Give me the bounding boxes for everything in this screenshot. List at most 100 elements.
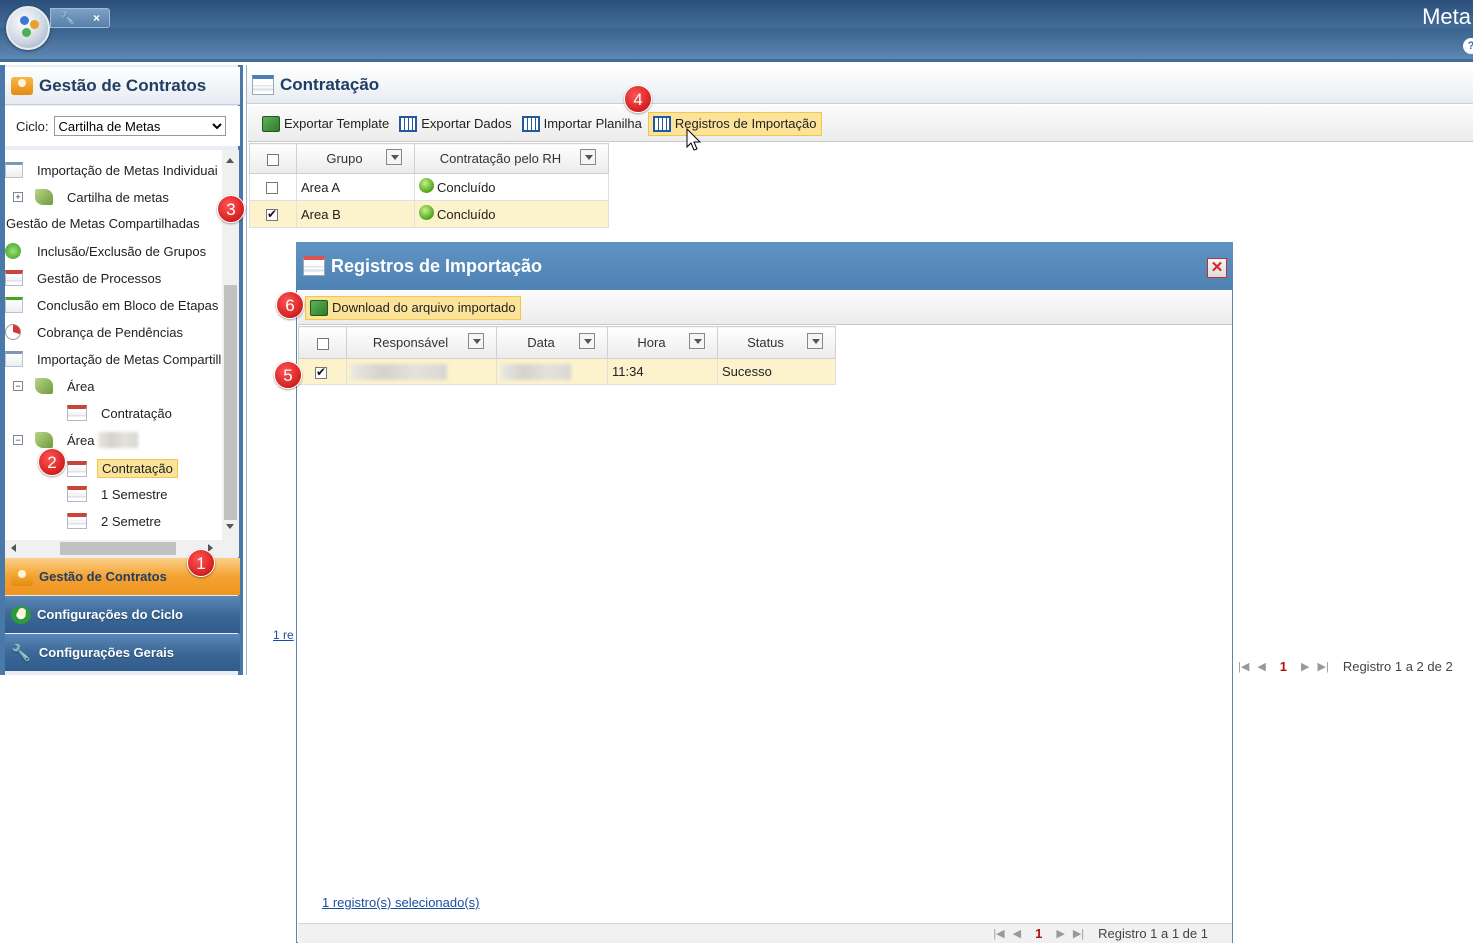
table-row[interactable]: 11:34 Sucesso — [298, 358, 836, 385]
ciclo-select[interactable]: Cartilha de Metas — [53, 116, 226, 136]
last-page-icon[interactable]: ▶| — [1073, 927, 1084, 940]
table-row[interactable]: Area B Concluído — [249, 200, 609, 228]
table-icon — [652, 115, 671, 132]
column-menu-icon[interactable] — [386, 149, 402, 165]
group-icon — [35, 432, 53, 448]
import-records-table: Responsável Data Hora Status 11:34 Suces… — [298, 326, 836, 385]
select-all-checkbox[interactable] — [316, 337, 329, 350]
selected-count-link[interactable]: 1 re — [273, 628, 294, 642]
app-title: Meta — [1422, 4, 1471, 29]
tree-item-label: Inclusão/Exclusão de Grupos — [37, 243, 207, 259]
scroll-left-icon[interactable] — [11, 544, 16, 552]
tree-item-label: Importação de Metas Individuai — [37, 162, 218, 178]
column-menu-icon[interactable] — [807, 333, 823, 349]
next-page-icon[interactable]: ▶ — [1056, 927, 1064, 940]
sidebar-title: Gestão de Contratos — [39, 75, 207, 95]
select-all-header — [298, 326, 347, 359]
step-badge: 6 — [276, 291, 304, 319]
tree-item-importacao-individuais[interactable]: Importação de Metas Individuai — [5, 162, 218, 178]
redacted-name — [351, 363, 447, 380]
wrench-icon[interactable]: 🔧 — [60, 11, 75, 25]
column-menu-icon[interactable] — [468, 333, 484, 349]
dialog-titlebar[interactable]: Registros de Importação — [296, 242, 1233, 290]
tree-item-2-semetre[interactable]: 2 Semetre — [67, 513, 161, 529]
download-imported-file-button[interactable]: Download do arquivo importado — [305, 295, 521, 320]
tree-item-inclusao-grupos[interactable]: Inclusão/Exclusão de Grupos — [5, 243, 206, 259]
groups-table: Grupo Contratação pelo RH Area A Concluí… — [249, 143, 609, 228]
main-pager: |◀ ◀ 1 ▶ ▶| Registro 1 a 2 de 2 — [1232, 657, 1473, 675]
status-green-icon — [419, 177, 434, 193]
collapse-icon[interactable]: − — [13, 381, 23, 391]
tree-item-label: Conclusão em Bloco de Etapas — [37, 297, 219, 313]
tree-item-contratacao-1[interactable]: Contratação — [67, 405, 172, 421]
expand-icon[interactable]: + — [13, 192, 23, 202]
row-checkbox[interactable] — [266, 182, 278, 195]
table-row[interactable]: Area A Concluído — [249, 173, 609, 201]
group-icon — [35, 378, 53, 394]
column-header-contratacao[interactable]: Contratação pelo RH — [414, 143, 609, 174]
cell-responsavel — [346, 358, 497, 385]
tree-horizontal-scroll-thumb[interactable] — [60, 542, 176, 555]
column-header-grupo[interactable]: Grupo — [296, 143, 415, 174]
column-label: Hora — [637, 335, 666, 350]
export-data-button[interactable]: Exportar Dados — [395, 112, 515, 136]
tree-item-contratacao-2[interactable]: Contratação — [67, 459, 178, 478]
tree-item-label: Cartilha de metas — [67, 189, 169, 205]
column-label: Grupo — [326, 151, 363, 166]
button-label: Exportar Template — [284, 116, 390, 131]
pager-info: Registro 1 a 2 de 2 — [1342, 658, 1453, 674]
status-label: Concluído — [437, 179, 496, 195]
scroll-up-icon[interactable] — [226, 158, 234, 163]
collapse-icon[interactable]: − — [13, 435, 23, 445]
tree-item-area-1[interactable]: − Área — [13, 378, 94, 394]
column-header-responsavel[interactable]: Responsável — [346, 326, 497, 359]
last-page-icon[interactable]: ▶| — [1318, 660, 1329, 673]
close-icon[interactable]: ✕ — [1207, 258, 1227, 278]
import-records-button[interactable]: Registros de Importação — [647, 111, 822, 136]
import-spreadsheet-button[interactable]: Importar Planilha — [518, 112, 646, 136]
ciclo-label: Ciclo: — [16, 118, 49, 134]
tree-item-cobranca[interactable]: Cobrança de Pendências — [5, 324, 183, 340]
tree-item-label: Gestão de Processos — [37, 270, 162, 286]
column-header-status[interactable]: Status — [717, 326, 836, 359]
column-header-hora[interactable]: Hora — [607, 326, 718, 359]
app-menu-orb-icon[interactable] — [6, 6, 50, 50]
column-menu-icon[interactable] — [580, 149, 596, 165]
export-template-button[interactable]: Exportar Template — [258, 112, 393, 136]
table-icon — [399, 115, 418, 132]
calendar-icon — [67, 486, 87, 502]
help-icon[interactable]: ? — [1463, 38, 1473, 54]
first-page-icon[interactable]: |◀ — [1238, 660, 1249, 673]
prev-page-icon[interactable]: ◀ — [1013, 927, 1021, 940]
close-icon[interactable]: × — [93, 11, 100, 25]
tree-vertical-scroll-thumb[interactable] — [224, 285, 237, 520]
cell-status: Concluído — [414, 200, 609, 228]
column-header-data[interactable]: Data — [496, 326, 608, 359]
next-page-icon[interactable]: ▶ — [1301, 660, 1309, 673]
tree-item-gestao-processos[interactable]: Gestão de Processos — [5, 270, 161, 286]
column-menu-icon[interactable] — [579, 333, 595, 349]
scroll-down-icon[interactable] — [226, 524, 234, 529]
step-badge: 5 — [274, 361, 302, 389]
row-checkbox[interactable] — [315, 365, 327, 379]
prev-page-icon[interactable]: ◀ — [1257, 660, 1265, 673]
first-page-icon[interactable]: |◀ — [993, 927, 1004, 940]
accordion-configuracoes-ciclo[interactable]: Configurações do Ciclo — [5, 596, 240, 633]
tree-item-area-2[interactable]: − Área — [13, 432, 139, 448]
tree-item-conclusao-bloco[interactable]: Conclusão em Bloco de Etapas — [5, 297, 218, 313]
column-menu-icon[interactable] — [689, 333, 705, 349]
selected-count-link[interactable]: 1 registro(s) selecionado(s) — [322, 895, 480, 910]
row-checkbox[interactable] — [266, 207, 278, 222]
row-select-cell — [298, 358, 347, 385]
table-icon — [521, 115, 540, 132]
tree-item-1-semestre[interactable]: 1 Semestre — [67, 486, 167, 502]
column-label: Contratação pelo RH — [439, 151, 562, 166]
tree-item-label: 1 Semestre — [101, 486, 168, 502]
row-select-cell — [249, 173, 297, 201]
navigation-tree: Importação de Metas Individuai + Cartilha… — [5, 150, 222, 540]
tree-item-cartilha[interactable]: + Cartilha de metas — [13, 189, 169, 205]
accordion-configuracoes-gerais[interactable]: 🔧 Configurações Gerais — [5, 634, 240, 671]
tree-item-importacao-compartilhadas[interactable]: Importação de Metas Compartill — [5, 351, 221, 367]
select-all-checkbox[interactable] — [267, 153, 279, 166]
excel-icon — [262, 115, 280, 132]
